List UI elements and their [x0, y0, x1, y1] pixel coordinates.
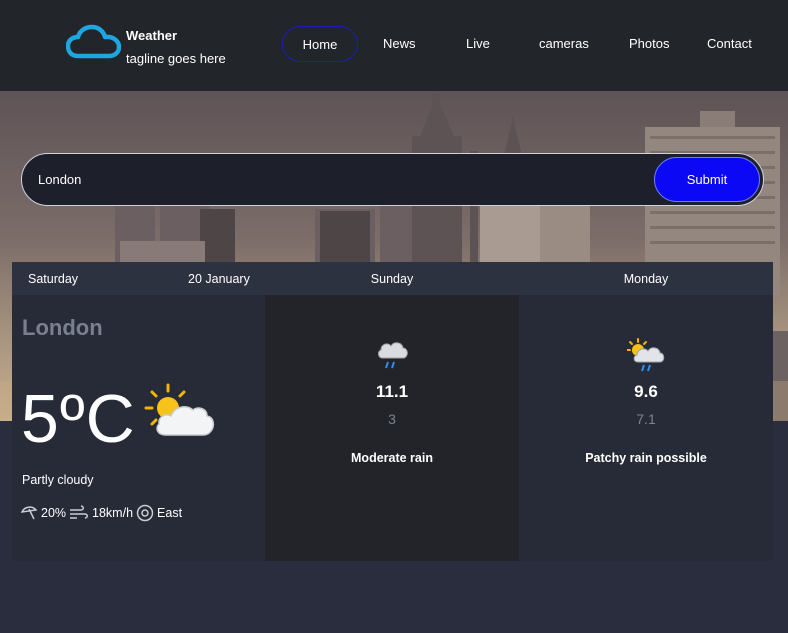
partly-cloudy-icon [144, 383, 215, 436]
nav-contact[interactable]: Contact [707, 36, 752, 51]
forecast-table: Saturday 20 January London 5ºC Partly cl… [12, 262, 773, 561]
compass-icon [136, 504, 154, 522]
nav-home[interactable]: Home [282, 26, 358, 62]
day-3-header: Monday [519, 262, 773, 295]
wind-icon [70, 505, 89, 519]
rain-chance: 20% [41, 506, 67, 520]
day-3-min-temp: 7.1 [636, 411, 656, 427]
today-header: Saturday 20 January [12, 262, 265, 295]
day-2-max-temp: 11.1 [375, 382, 409, 401]
nav-live[interactable]: Live [466, 36, 490, 51]
cloud-logo-icon[interactable] [66, 24, 121, 60]
brand-title: Weather [126, 28, 178, 43]
site-header: Weather tagline goes here Home News Live… [0, 0, 788, 91]
sun-rain-cloud-icon [627, 338, 665, 372]
wind-direction: East [157, 506, 183, 520]
rain-cloud-icon [378, 342, 408, 369]
day-3-condition: Patchy rain possible [585, 451, 707, 465]
forecast-today: Saturday 20 January London 5ºC Partly cl… [12, 262, 265, 561]
current-temperature: 5ºC [21, 381, 136, 457]
forecast-day-2: Sunday 11.1 3 Moderate rain [265, 262, 519, 561]
nav-photos[interactable]: Photos [629, 36, 669, 51]
day-2-condition: Moderate rain [351, 451, 433, 465]
submit-button[interactable]: Submit [654, 157, 760, 202]
day-2-name: Sunday [370, 272, 414, 286]
today-date: 20 January [188, 272, 250, 286]
wind-speed: 18km/h [92, 506, 134, 520]
brand-tagline: tagline goes here [126, 51, 226, 66]
nav-news[interactable]: News [383, 36, 416, 51]
today-day: Saturday [28, 272, 79, 286]
day-2-header: Sunday [265, 262, 519, 295]
day-3-max-temp: 9.6 [634, 382, 658, 401]
nav-cameras[interactable]: cameras [539, 36, 589, 51]
search-input[interactable] [38, 154, 638, 205]
day-3-name: Monday [623, 272, 669, 286]
umbrella-icon [20, 506, 38, 520]
city-name: London [22, 315, 103, 340]
forecast-day-3: Monday 9.6 7.1 Patchy rain possible [519, 262, 773, 561]
day-2-min-temp: 3 [388, 411, 396, 427]
current-stats: 20% 18km/h East [20, 504, 185, 522]
current-condition: Partly cloudy [22, 473, 94, 487]
search-form: Submit [21, 153, 764, 206]
